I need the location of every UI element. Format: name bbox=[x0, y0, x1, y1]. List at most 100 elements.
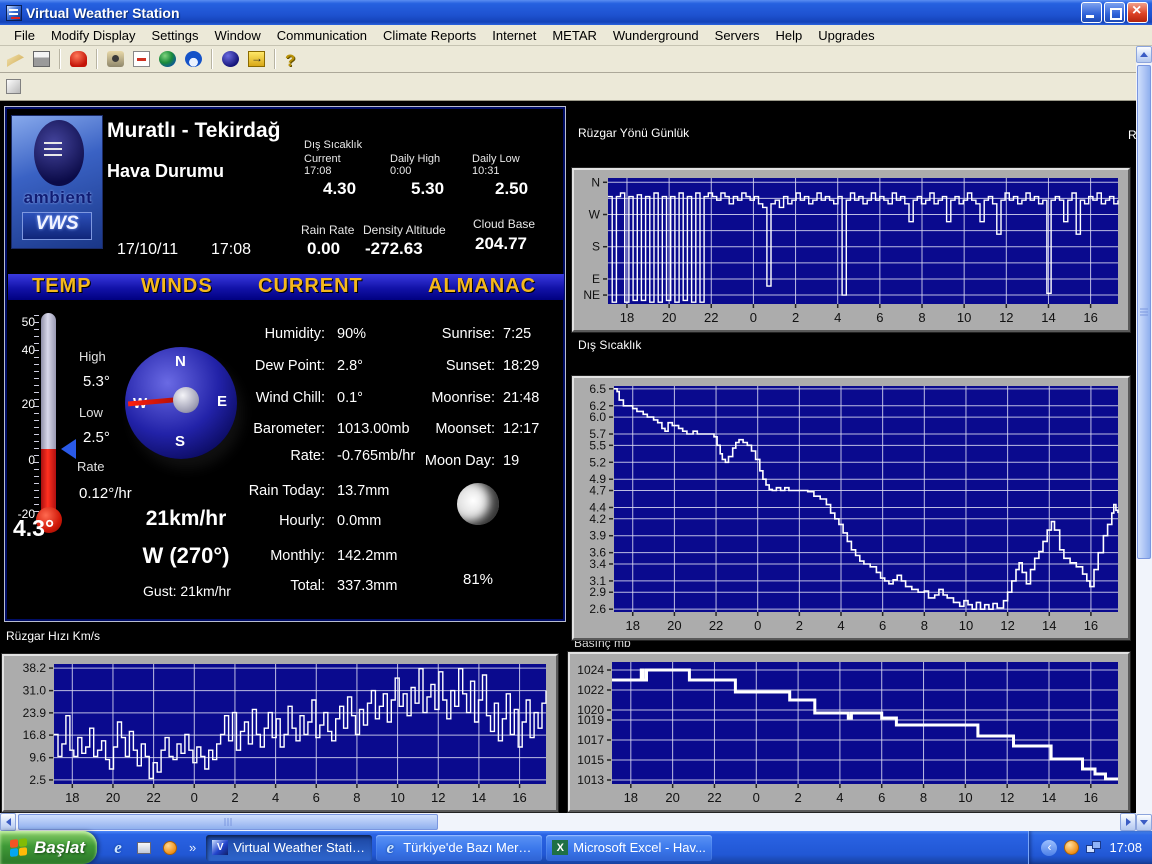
svg-text:20: 20 bbox=[667, 618, 681, 633]
exit-icon bbox=[248, 51, 265, 67]
menu-communication[interactable]: Communication bbox=[269, 26, 375, 45]
camera-icon bbox=[107, 51, 124, 67]
station-subtitle: Hava Durumu bbox=[107, 161, 224, 182]
svg-text:23.9: 23.9 bbox=[23, 706, 47, 720]
child-window-button[interactable] bbox=[6, 79, 21, 94]
task-label: Virtual Weather Station bbox=[233, 840, 366, 855]
menu-wunderground[interactable]: Wunderground bbox=[605, 26, 707, 45]
print-icon-button[interactable] bbox=[30, 48, 53, 70]
condition-value: 0.0mm bbox=[337, 513, 381, 529]
task-button-excel[interactable]: XMicrosoft Excel - Hav... bbox=[546, 835, 712, 861]
menu-window[interactable]: Window bbox=[206, 26, 268, 45]
menu-modify-display[interactable]: Modify Display bbox=[43, 26, 144, 45]
vertical-scroll-thumb[interactable] bbox=[1137, 65, 1151, 559]
svg-text:1017: 1017 bbox=[577, 733, 604, 747]
alarm-icon-button[interactable] bbox=[67, 48, 90, 70]
tray-orange-icon[interactable] bbox=[1064, 840, 1079, 855]
svg-text:2.9: 2.9 bbox=[589, 585, 606, 599]
task-button-vws[interactable]: VVirtual Weather Station bbox=[206, 835, 372, 861]
import-icon-button[interactable] bbox=[4, 48, 27, 70]
condition-label: Rain Today: bbox=[175, 483, 325, 499]
svg-text:4: 4 bbox=[834, 310, 841, 325]
help-icon-button[interactable] bbox=[282, 48, 305, 70]
restore-button[interactable] bbox=[1104, 2, 1125, 23]
temp-col-value: 4.30 bbox=[323, 179, 356, 199]
condition-label: Dew Point: bbox=[175, 358, 325, 374]
camera-icon-button[interactable] bbox=[104, 48, 127, 70]
svg-text:E: E bbox=[592, 272, 600, 286]
tray-clock: 17:08 bbox=[1109, 840, 1142, 855]
excel-icon: X bbox=[552, 840, 568, 855]
task-button-ie[interactable]: eTürkiye'de Bazı Merke... bbox=[376, 835, 542, 861]
start-button[interactable]: Başlat bbox=[0, 831, 97, 864]
orange-launcher-icon[interactable] bbox=[161, 839, 179, 857]
svg-text:1019: 1019 bbox=[577, 713, 604, 727]
menu-servers[interactable]: Servers bbox=[707, 26, 768, 45]
menu-climate-reports[interactable]: Climate Reports bbox=[375, 26, 484, 45]
start-label: Başlat bbox=[34, 838, 85, 858]
window-icon[interactable] bbox=[135, 839, 153, 857]
svg-text:6: 6 bbox=[313, 790, 320, 805]
tab-current[interactable]: CURRENT bbox=[258, 275, 363, 298]
window-titlebar[interactable]: Virtual Weather Station bbox=[0, 0, 1152, 25]
ie-icon[interactable]: e bbox=[109, 839, 127, 857]
noaa-icon-button[interactable] bbox=[182, 48, 205, 70]
temp-col-time: 10:31 bbox=[472, 165, 500, 177]
svg-text:1013: 1013 bbox=[577, 773, 604, 787]
svg-text:14: 14 bbox=[1042, 618, 1056, 633]
station-date: 17/10/11 bbox=[117, 241, 178, 259]
svg-text:8: 8 bbox=[353, 790, 360, 805]
scroll-right-button[interactable] bbox=[1120, 813, 1136, 831]
moon-illumination-value: 81% bbox=[463, 571, 493, 588]
mail-icon-button[interactable] bbox=[130, 48, 153, 70]
svg-text:2.5: 2.5 bbox=[29, 773, 46, 787]
tab-almanac[interactable]: ALMANAC bbox=[428, 275, 536, 298]
tab-temp[interactable]: TEMP bbox=[32, 275, 92, 298]
almanac-value: 12:17 bbox=[503, 421, 539, 437]
svg-text:1015: 1015 bbox=[577, 753, 604, 767]
svg-text:18: 18 bbox=[626, 618, 640, 633]
svg-text:22: 22 bbox=[709, 618, 723, 633]
svg-text:4: 4 bbox=[837, 618, 844, 633]
thermometer bbox=[41, 313, 56, 515]
horizontal-scroll-thumb[interactable] bbox=[18, 814, 438, 830]
menu-settings[interactable]: Settings bbox=[143, 26, 206, 45]
wind-direction-plot: NWSENE1820220246810121416 bbox=[574, 170, 1128, 330]
svg-text:6: 6 bbox=[876, 310, 883, 325]
quick-launch-overflow-chevron[interactable]: » bbox=[187, 840, 198, 855]
toolbar-separator bbox=[59, 49, 61, 69]
horizontal-scrollbar[interactable] bbox=[0, 813, 1136, 831]
station-name: Muratlı - Tekirdağ bbox=[107, 119, 280, 143]
import-icon bbox=[7, 51, 24, 67]
scroll-left-button[interactable] bbox=[0, 813, 16, 831]
svg-text:16: 16 bbox=[1083, 310, 1097, 325]
tray-collapse-chevron[interactable]: ‹ bbox=[1041, 840, 1057, 856]
svg-text:20: 20 bbox=[665, 790, 679, 805]
menu-file[interactable]: File bbox=[6, 26, 43, 45]
svg-text:8: 8 bbox=[921, 618, 928, 633]
svg-text:22: 22 bbox=[707, 790, 721, 805]
desktop: Virtual Weather Station FileModify Displ… bbox=[0, 0, 1152, 864]
logo-brand: ambient bbox=[12, 188, 104, 208]
svg-text:6: 6 bbox=[879, 618, 886, 633]
close-button[interactable] bbox=[1127, 2, 1148, 23]
vertical-scrollbar[interactable] bbox=[1136, 46, 1152, 831]
toolbar-separator bbox=[96, 49, 98, 69]
svg-text:0: 0 bbox=[750, 310, 757, 325]
globe-icon-button[interactable] bbox=[156, 48, 179, 70]
minimize-button[interactable] bbox=[1081, 2, 1102, 23]
svg-text:S: S bbox=[592, 240, 600, 254]
temp-group-label: Dış Sıcaklık bbox=[304, 139, 362, 151]
chart-title-wind-speed: Rüzgar Hızı Km/s bbox=[6, 629, 100, 643]
exit-icon-button[interactable] bbox=[245, 48, 268, 70]
scroll-down-button[interactable] bbox=[1136, 814, 1152, 831]
sphere-icon-button[interactable] bbox=[219, 48, 242, 70]
menu-internet[interactable]: Internet bbox=[484, 26, 544, 45]
thermometer-scale-label: 20 bbox=[5, 397, 35, 411]
network-icon[interactable] bbox=[1086, 841, 1102, 854]
menu-upgrades[interactable]: Upgrades bbox=[810, 26, 882, 45]
scroll-up-button[interactable] bbox=[1136, 46, 1152, 63]
tab-winds[interactable]: WINDS bbox=[141, 275, 213, 298]
menu-help[interactable]: Help bbox=[767, 26, 810, 45]
menu-metar[interactable]: METAR bbox=[544, 26, 605, 45]
